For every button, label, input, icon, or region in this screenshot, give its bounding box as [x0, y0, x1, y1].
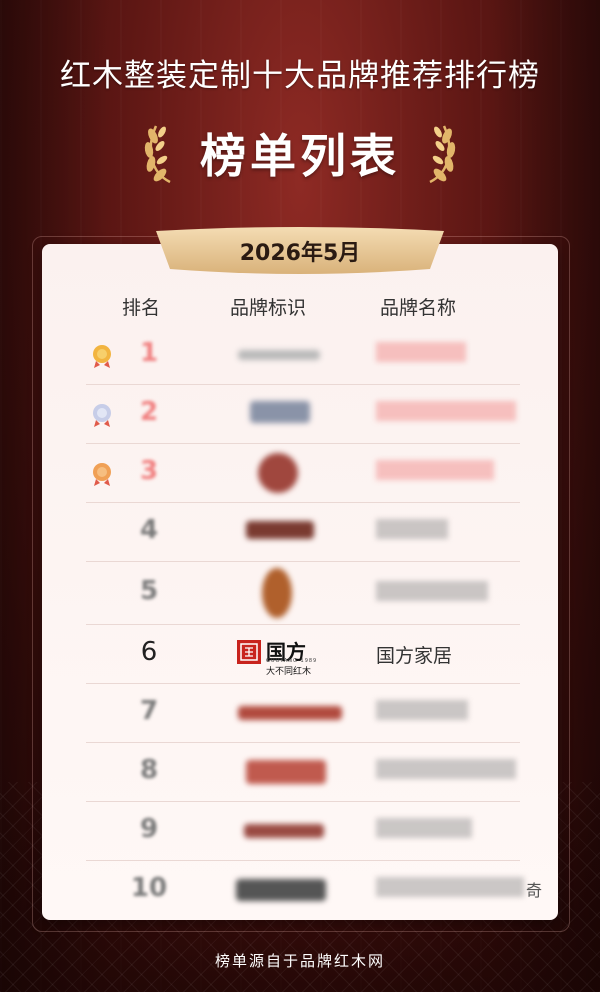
ranking-row[interactable]: 3 — [86, 444, 520, 503]
brand-name — [376, 581, 488, 601]
brand-logo — [236, 879, 326, 901]
brand-logo — [246, 760, 326, 784]
ranking-row[interactable]: 9 — [86, 802, 520, 861]
ranking-row[interactable]: 7 — [86, 684, 520, 743]
brand-logo — [246, 521, 314, 539]
date-label: 2026年5月 — [239, 241, 361, 266]
brand-name — [376, 700, 468, 720]
brand-name-tail: 奇 — [526, 881, 543, 900]
brand-name — [376, 759, 516, 779]
brand-logo — [244, 824, 324, 838]
rank-number: 4 — [139, 515, 159, 545]
rank-number: 5 — [139, 576, 159, 606]
page-title: 红木整装定制十大品牌推荐排行榜 — [60, 58, 540, 94]
laurel-right-icon — [429, 125, 456, 184]
rank-number: 7 — [139, 696, 159, 726]
footer-source: 榜单源自于品牌红木网 — [214, 952, 385, 970]
brand-logo — [262, 568, 292, 618]
brand-name — [376, 401, 516, 421]
brand-name — [376, 877, 524, 897]
rank-number: 6 — [140, 637, 158, 667]
rank-number: 9 — [139, 814, 159, 844]
ranking-row[interactable]: 2 — [86, 385, 520, 444]
column-name: 品牌名称 — [380, 297, 457, 319]
column-logo: 品牌标识 — [230, 297, 307, 319]
ranking-list: 1 2 3 4 5 6 国方 GUOFANG·1989 大不同红木 国方家居 7… — [86, 326, 542, 919]
brand-logo — [250, 401, 310, 423]
ranking-row[interactable]: 4 — [86, 503, 520, 562]
subtitle-banner: 榜单列表 — [0, 118, 600, 188]
brand-name — [376, 818, 472, 838]
rank-number: 2 — [139, 397, 159, 427]
brand-logo — [258, 453, 298, 493]
brand-logo — [238, 706, 342, 720]
ranking-row[interactable]: 8 — [86, 743, 520, 802]
page-subtitle: 榜单列表 — [200, 129, 400, 183]
gold-medal-icon — [93, 345, 111, 368]
ranking-row[interactable]: 10 奇 — [86, 861, 542, 919]
brand-name — [376, 460, 494, 480]
laurel-left-icon — [144, 125, 171, 184]
ranking-row[interactable]: 1 — [86, 326, 520, 385]
brand-name — [376, 342, 466, 362]
brand-name: 国方家居 — [376, 645, 453, 667]
bronze-medal-icon — [93, 463, 111, 486]
ranking-row[interactable]: 6 国方 GUOFANG·1989 大不同红木 国方家居 — [86, 625, 520, 684]
guofang-logo-tagline: 大不同红木 — [266, 667, 312, 677]
rank-number: 10 — [130, 873, 168, 903]
rank-number: 1 — [139, 338, 159, 368]
brand-logo-guofang: 国方 GUOFANG·1989 大不同红木 — [236, 636, 332, 677]
column-rank: 排名 — [122, 297, 161, 319]
brand-logo — [238, 350, 320, 360]
rank-number: 8 — [139, 755, 159, 785]
rank-number: 3 — [139, 456, 159, 486]
ranking-row[interactable]: 5 — [86, 562, 520, 625]
silver-medal-icon — [93, 404, 111, 427]
brand-name — [376, 519, 448, 539]
